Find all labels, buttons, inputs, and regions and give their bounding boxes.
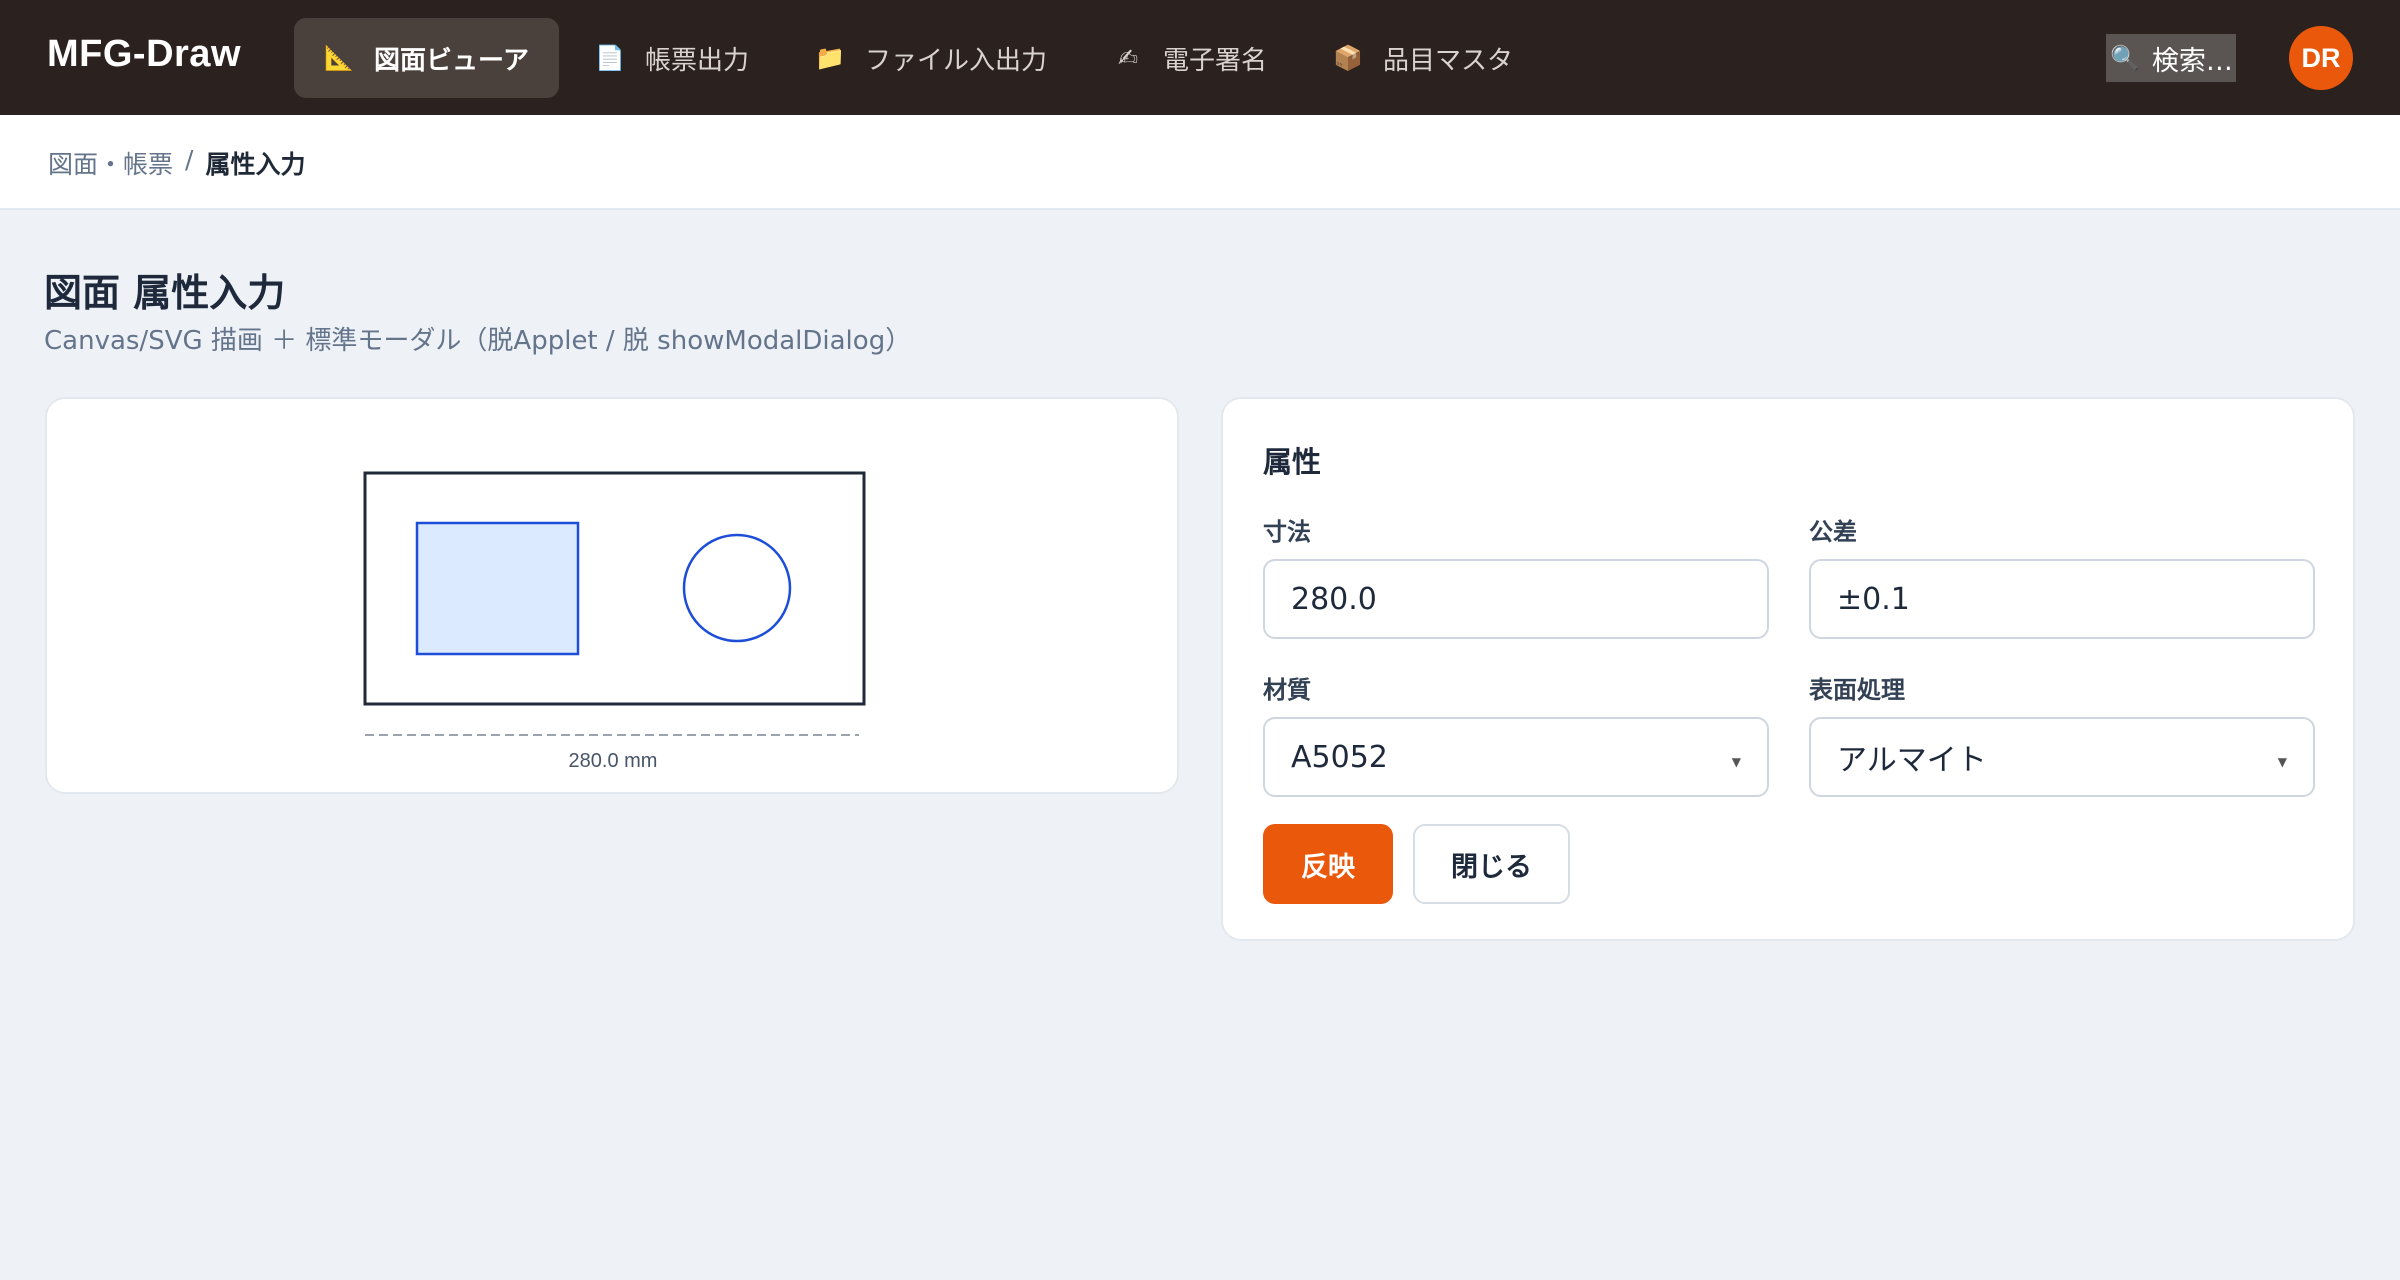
user-avatar[interactable]: DR bbox=[2289, 26, 2353, 90]
material-label: 材質 bbox=[1263, 676, 1311, 704]
surface-treatment-value: アルマイト bbox=[1837, 743, 1987, 778]
nav-item-label: 電子署名 bbox=[1163, 45, 1268, 76]
top-navigation-bar: MFG-Draw 📐 図面ビューア 📄 帳票出力 📁 ファイル入出力 ✍ 電子署… bbox=[0, 0, 2400, 115]
nav-item-e-signature[interactable]: ✍ 電子署名 bbox=[1083, 18, 1297, 98]
nav-item-report-output[interactable]: 📄 帳票出力 bbox=[565, 18, 779, 98]
tolerance-field[interactable]: ±0.1 bbox=[1809, 559, 2315, 639]
attributes-title: 属性 bbox=[1263, 445, 1322, 479]
drawing-canvas[interactable]: 280.0 mm bbox=[47, 399, 1181, 796]
dimension-label: 280.0 mm bbox=[569, 750, 658, 772]
ruler-triangle-icon: 📐 bbox=[324, 44, 354, 72]
nav-item-file-io[interactable]: 📁 ファイル入出力 bbox=[785, 18, 1077, 98]
apply-button[interactable]: 反映 bbox=[1263, 824, 1393, 904]
drawing-rect-shape[interactable] bbox=[415, 521, 580, 656]
tolerance-label: 公差 bbox=[1809, 518, 1857, 546]
app-brand[interactable]: MFG-Draw bbox=[47, 33, 241, 76]
nav-item-label: 帳票出力 bbox=[644, 45, 749, 76]
search-button[interactable]: 🔍 検索… bbox=[2106, 34, 2236, 82]
material-select[interactable]: A5052 ▼ bbox=[1263, 717, 1769, 797]
breadcrumb: 図面・帳票 / 属性入力 bbox=[48, 145, 305, 181]
nav-item-label: 図面ビューア bbox=[374, 45, 529, 76]
breadcrumb-current: 属性入力 bbox=[205, 150, 306, 179]
breadcrumb-separator: / bbox=[185, 145, 194, 174]
search-icon: 🔍 bbox=[2110, 44, 2140, 72]
package-icon: 📦 bbox=[1333, 44, 1363, 72]
writing-hand-icon: ✍ bbox=[1117, 44, 1139, 72]
page-title: 図面 属性入力 bbox=[44, 271, 286, 315]
dimension-field[interactable]: 280.0 bbox=[1263, 559, 1769, 639]
chevron-down-icon: ▼ bbox=[2277, 755, 2287, 769]
surface-treatment-select[interactable]: アルマイト ▼ bbox=[1809, 717, 2315, 797]
nav-item-label: 品目マスタ bbox=[1383, 45, 1514, 76]
nav-item-item-master[interactable]: 📦 品目マスタ bbox=[1303, 18, 1543, 98]
chevron-down-icon: ▼ bbox=[1731, 755, 1741, 769]
nav-item-drawing-viewer[interactable]: 📐 図面ビューア bbox=[294, 18, 559, 98]
main-nav: 📐 図面ビューア 📄 帳票出力 📁 ファイル入出力 ✍ 電子署名 📦 品目マスタ bbox=[294, 18, 1549, 98]
breadcrumb-parent-link[interactable]: 図面・帳票 bbox=[48, 145, 173, 181]
drawing-canvas-card: 280.0 mm bbox=[45, 397, 1179, 794]
document-icon: 📄 bbox=[595, 44, 625, 72]
search-label: 検索… bbox=[2151, 45, 2233, 77]
material-value: A5052 bbox=[1291, 739, 1388, 775]
dimension-label: 寸法 bbox=[1263, 518, 1311, 546]
tolerance-value: ±0.1 bbox=[1837, 581, 1910, 617]
surface-treatment-label: 表面処理 bbox=[1809, 676, 1905, 704]
breadcrumb-bar: 図面・帳票 / 属性入力 bbox=[0, 115, 2400, 210]
attributes-panel: 属性 寸法 280.0 公差 ±0.1 材質 A5052 ▼ 表面処理 アルマイ… bbox=[1221, 397, 2355, 941]
close-button[interactable]: 閉じる bbox=[1413, 824, 1570, 904]
drawing-circle-shape[interactable] bbox=[682, 533, 792, 643]
dimension-value: 280.0 bbox=[1291, 581, 1377, 617]
nav-item-label: ファイル入出力 bbox=[864, 45, 1047, 76]
page-subtitle: Canvas/SVG 描画 ＋ 標準モーダル（脱Applet / 脱 showM… bbox=[44, 326, 912, 356]
folder-icon: 📁 bbox=[815, 44, 845, 72]
